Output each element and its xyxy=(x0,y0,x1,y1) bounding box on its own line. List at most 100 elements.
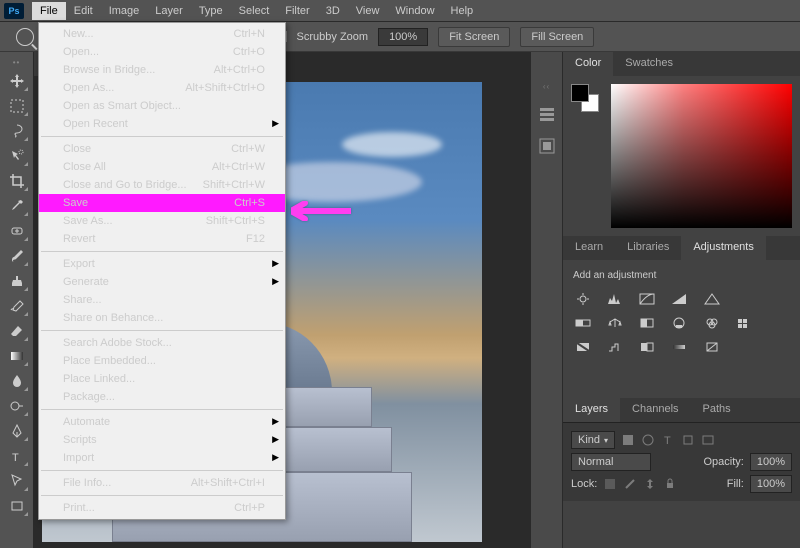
fill-field[interactable]: 100% xyxy=(750,475,792,493)
tab-color[interactable]: Color xyxy=(563,52,613,76)
menuitem-place-linked[interactable]: Place Linked... xyxy=(39,370,285,388)
fill-screen-button[interactable]: Fill Screen xyxy=(520,27,594,47)
quick-select-tool[interactable] xyxy=(5,145,29,167)
invert-icon[interactable] xyxy=(573,339,593,355)
lock-transparent-icon[interactable] xyxy=(603,477,617,491)
menuitem-generate[interactable]: Generate▶ xyxy=(39,273,285,291)
menuitem-scripts[interactable]: Scripts▶ xyxy=(39,431,285,449)
lock-all-icon[interactable] xyxy=(663,477,677,491)
tab-paths[interactable]: Paths xyxy=(691,398,743,422)
eyedropper-tool[interactable] xyxy=(5,195,29,217)
menu-help[interactable]: Help xyxy=(443,2,482,20)
tab-swatches[interactable]: Swatches xyxy=(613,52,685,76)
menuitem-revert[interactable]: RevertF12 xyxy=(39,230,285,248)
layer-filter-kind[interactable]: Kind ▾ xyxy=(571,431,615,449)
menuitem-save[interactable]: SaveCtrl+S xyxy=(39,194,285,212)
menuitem-import[interactable]: Import▶ xyxy=(39,449,285,467)
menu-select[interactable]: Select xyxy=(231,2,278,20)
menuitem-file-info[interactable]: File Info...Alt+Shift+Ctrl+I xyxy=(39,474,285,492)
toolbar-grip[interactable]: •• xyxy=(13,58,21,67)
posterize-icon[interactable] xyxy=(605,339,625,355)
menuitem-browse-in-bridge[interactable]: Browse in Bridge...Alt+Ctrl+O xyxy=(39,61,285,79)
lock-pixels-icon[interactable] xyxy=(623,477,637,491)
menuitem-open-as-smart-object[interactable]: Open as Smart Object... xyxy=(39,97,285,115)
add-adjustment-label: Add an adjustment xyxy=(573,270,790,281)
move-tool[interactable] xyxy=(5,70,29,92)
fg-bg-color[interactable] xyxy=(571,84,599,112)
menuitem-open-recent[interactable]: Open Recent▶ xyxy=(39,115,285,133)
photo-filter-icon[interactable] xyxy=(669,315,689,331)
channel-mixer-icon[interactable] xyxy=(702,315,722,331)
selective-color-icon[interactable] xyxy=(702,339,722,355)
curves-icon[interactable] xyxy=(637,291,657,307)
menu-3d[interactable]: 3D xyxy=(318,2,348,20)
filter-adjust-icon[interactable] xyxy=(641,433,655,447)
healing-brush-tool[interactable] xyxy=(5,220,29,242)
fit-screen-button[interactable]: Fit Screen xyxy=(438,27,510,47)
pen-tool[interactable] xyxy=(5,420,29,442)
menu-image[interactable]: Image xyxy=(101,2,148,20)
crop-tool[interactable] xyxy=(5,170,29,192)
marquee-tool[interactable] xyxy=(5,95,29,117)
menu-type[interactable]: Type xyxy=(191,2,231,20)
gradient-map-icon[interactable] xyxy=(669,339,689,355)
clone-stamp-tool[interactable] xyxy=(5,270,29,292)
menuitem-search-adobe-stock[interactable]: Search Adobe Stock... xyxy=(39,334,285,352)
menuitem-new[interactable]: New...Ctrl+N xyxy=(39,25,285,43)
filter-type-icon[interactable]: T xyxy=(661,433,675,447)
opacity-field[interactable]: 100% xyxy=(750,453,792,471)
menuitem-automate[interactable]: Automate▶ xyxy=(39,413,285,431)
brightness-icon[interactable] xyxy=(573,291,593,307)
tab-layers[interactable]: Layers xyxy=(563,398,620,422)
history-brush-tool[interactable] xyxy=(5,295,29,317)
threshold-icon[interactable] xyxy=(637,339,657,355)
rectangle-tool[interactable] xyxy=(5,495,29,517)
color-lookup-icon[interactable] xyxy=(734,315,754,331)
zoom-percent[interactable]: 100% xyxy=(378,28,428,46)
tab-libraries[interactable]: Libraries xyxy=(615,236,681,260)
menu-edit[interactable]: Edit xyxy=(66,2,101,20)
color-balance-icon[interactable] xyxy=(605,315,625,331)
path-select-tool[interactable] xyxy=(5,470,29,492)
menuitem-place-embedded[interactable]: Place Embedded... xyxy=(39,352,285,370)
menu-window[interactable]: Window xyxy=(387,2,442,20)
menuitem-open-as[interactable]: Open As...Alt+Shift+Ctrl+O xyxy=(39,79,285,97)
menuitem-close[interactable]: CloseCtrl+W xyxy=(39,140,285,158)
menuitem-close-and-go-to-bridge[interactable]: Close and Go to Bridge...Shift+Ctrl+W xyxy=(39,176,285,194)
menu-file[interactable]: File xyxy=(32,2,66,20)
menuitem-share-on-behance[interactable]: Share on Behance... xyxy=(39,309,285,327)
color-spectrum[interactable] xyxy=(611,84,792,228)
menu-filter[interactable]: Filter xyxy=(277,2,317,20)
tab-learn[interactable]: Learn xyxy=(563,236,615,260)
lasso-tool[interactable] xyxy=(5,120,29,142)
properties-panel-icon[interactable] xyxy=(538,137,556,155)
menuitem-open[interactable]: Open...Ctrl+O xyxy=(39,43,285,61)
menu-layer[interactable]: Layer xyxy=(147,2,191,20)
annotation-arrow xyxy=(291,201,351,224)
filter-shape-icon[interactable] xyxy=(681,433,695,447)
type-tool[interactable]: T xyxy=(5,445,29,467)
filter-pixel-icon[interactable] xyxy=(621,433,635,447)
tab-adjustments[interactable]: Adjustments xyxy=(681,236,766,260)
levels-icon[interactable] xyxy=(605,291,625,307)
menuitem-close-all[interactable]: Close AllAlt+Ctrl+W xyxy=(39,158,285,176)
exposure-icon[interactable] xyxy=(669,291,689,307)
eraser-tool[interactable] xyxy=(5,320,29,342)
filter-smart-icon[interactable] xyxy=(701,433,715,447)
vibrance-icon[interactable] xyxy=(702,291,722,307)
blend-mode-dropdown[interactable]: Normal xyxy=(571,453,651,471)
menuitem-save-as[interactable]: Save As...Shift+Ctrl+S xyxy=(39,212,285,230)
menuitem-export[interactable]: Export▶ xyxy=(39,255,285,273)
brush-tool[interactable] xyxy=(5,245,29,267)
lock-position-icon[interactable] xyxy=(643,477,657,491)
menuitem-share[interactable]: Share... xyxy=(39,291,285,309)
tab-channels[interactable]: Channels xyxy=(620,398,690,422)
hue-sat-icon[interactable] xyxy=(573,315,593,331)
menu-view[interactable]: View xyxy=(348,2,388,20)
blur-tool[interactable] xyxy=(5,370,29,392)
gradient-tool[interactable] xyxy=(5,345,29,367)
dodge-tool[interactable] xyxy=(5,395,29,417)
bw-icon[interactable] xyxy=(637,315,657,331)
menuitem-print[interactable]: Print...Ctrl+P xyxy=(39,499,285,517)
history-panel-icon[interactable] xyxy=(538,105,556,123)
